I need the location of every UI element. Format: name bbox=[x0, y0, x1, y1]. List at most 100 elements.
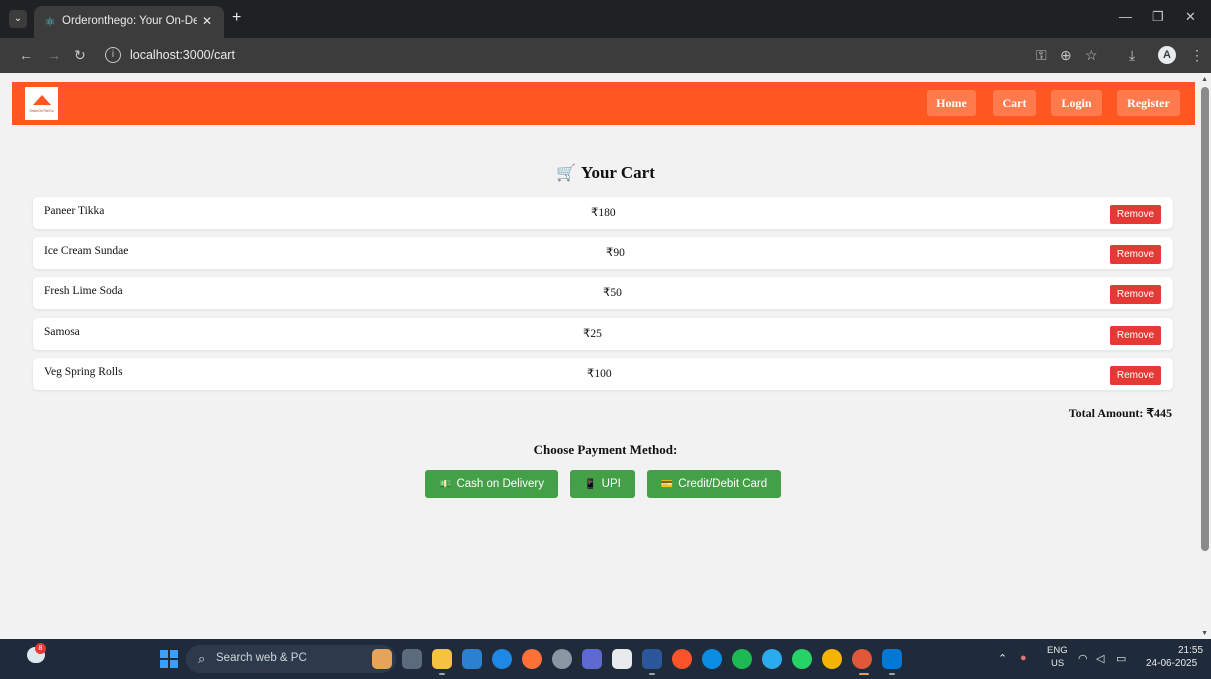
item-name: Paneer Tikka bbox=[44, 205, 105, 217]
total-amount: Total Amount: ₹445 bbox=[1068, 406, 1172, 420]
password-key-icon[interactable]: ⚿ bbox=[1036, 46, 1047, 64]
payment-option-label: UPI bbox=[601, 478, 621, 490]
card-icon: 💳 bbox=[660, 479, 674, 490]
cart-item-row: Paneer Tikka ₹180 Remove bbox=[33, 197, 1173, 229]
nav-link-cart[interactable]: Cart bbox=[993, 90, 1036, 116]
clock-time[interactable]: 21:55 bbox=[1178, 645, 1203, 656]
vscode-icon[interactable] bbox=[882, 649, 902, 669]
cart-item-row: Fresh Lime Soda ₹50 Remove bbox=[33, 277, 1173, 309]
app-icon[interactable] bbox=[492, 649, 512, 669]
volume-icon[interactable]: ◁ bbox=[1096, 652, 1104, 665]
menu-kebab-icon[interactable]: ⋮ bbox=[1190, 46, 1204, 64]
upi-button[interactable]: 📱 UPI bbox=[570, 470, 635, 498]
search-highlight-icon bbox=[372, 649, 392, 669]
windows-start-icon[interactable] bbox=[160, 650, 178, 668]
page-scrollbar[interactable]: ▲ ▼ bbox=[1199, 73, 1211, 639]
tab-search-button[interactable]: ⌄ bbox=[9, 10, 27, 28]
telegram-icon[interactable] bbox=[762, 649, 782, 669]
profile-avatar-icon[interactable]: A bbox=[1158, 46, 1176, 64]
battery-icon[interactable]: ▭ bbox=[1116, 652, 1126, 665]
edge-icon[interactable] bbox=[702, 649, 722, 669]
tray-overflow-icon[interactable]: ⌃ bbox=[998, 652, 1007, 665]
language-indicator[interactable]: ENG bbox=[1047, 645, 1068, 656]
credit-debit-card-button[interactable]: 💳 Credit/Debit Card bbox=[647, 470, 781, 498]
notification-badge: 8 bbox=[35, 643, 46, 654]
app-logo[interactable]: OrderOnTheGo bbox=[25, 87, 58, 120]
nav-link-home[interactable]: Home bbox=[927, 90, 976, 116]
url-text[interactable]: localhost:3000/cart bbox=[130, 48, 235, 62]
site-info-icon[interactable]: i bbox=[105, 47, 121, 63]
reload-icon[interactable]: ↻ bbox=[74, 46, 86, 64]
scroll-up-icon[interactable]: ▲ bbox=[1201, 75, 1208, 83]
app-navbar: OrderOnTheGo Home Cart Login Register bbox=[12, 82, 1195, 125]
search-placeholder: Search web & PC bbox=[216, 652, 307, 664]
item-price: ₹90 bbox=[606, 247, 625, 259]
forward-arrow-icon[interactable]: → bbox=[47, 46, 61, 64]
app-icon[interactable] bbox=[462, 649, 482, 669]
remove-button[interactable]: Remove bbox=[1110, 285, 1161, 304]
item-price: ₹25 bbox=[583, 328, 602, 340]
nav-link-login[interactable]: Login bbox=[1051, 90, 1102, 116]
browser-toolbar: ← → ↻ i localhost:3000/cart ⚿ ⊕ ☆ ⤓ A ⋮ bbox=[0, 38, 1211, 73]
page-title: 🛒 Your Cart bbox=[0, 163, 1211, 183]
clock-date[interactable]: 24-06-2025 bbox=[1146, 658, 1197, 669]
cart-item-row: Ice Cream Sundae ₹90 Remove bbox=[33, 237, 1173, 269]
item-price: ₹50 bbox=[603, 287, 622, 299]
region-indicator[interactable]: US bbox=[1051, 658, 1064, 669]
back-arrow-icon[interactable]: ← bbox=[19, 46, 33, 64]
app-icon[interactable] bbox=[582, 649, 602, 669]
spotify-icon[interactable] bbox=[732, 649, 752, 669]
firefox-icon[interactable] bbox=[522, 649, 542, 669]
word-icon[interactable] bbox=[642, 649, 662, 669]
phone-icon: 📱 bbox=[584, 479, 597, 490]
task-view-icon[interactable] bbox=[402, 649, 422, 669]
windows-taskbar: 8 ⌕ Search web & PC ⌃ ● ENG US ◠ ◁ ▭ 21:… bbox=[0, 639, 1211, 679]
remove-button[interactable]: Remove bbox=[1110, 205, 1161, 224]
running-indicator bbox=[439, 673, 445, 675]
chrome-profile-icon[interactable] bbox=[852, 649, 872, 669]
tab-close-icon[interactable]: ✕ bbox=[202, 14, 212, 28]
scrollbar-thumb[interactable] bbox=[1201, 87, 1209, 551]
whatsapp-icon[interactable] bbox=[792, 649, 812, 669]
react-favicon-icon: ⚛ bbox=[44, 15, 56, 29]
payment-option-label: Cash on Delivery bbox=[456, 478, 545, 490]
nav-link-register[interactable]: Register bbox=[1117, 90, 1180, 116]
restore-button[interactable]: ❐ bbox=[1152, 9, 1164, 25]
item-name: Fresh Lime Soda bbox=[44, 285, 123, 297]
store-icon[interactable] bbox=[612, 649, 632, 669]
item-price: ₹180 bbox=[591, 207, 616, 219]
scroll-down-icon[interactable]: ▼ bbox=[1201, 629, 1208, 637]
address-bar[interactable]: i localhost:3000/cart bbox=[100, 43, 1025, 68]
window-close-button[interactable]: ✕ bbox=[1185, 9, 1196, 25]
item-price: ₹100 bbox=[587, 368, 612, 380]
minimize-button[interactable]: — bbox=[1119, 9, 1132, 24]
page-viewport: OrderOnTheGo Home Cart Login Register 🛒 Y… bbox=[0, 73, 1211, 639]
tray-app-icon[interactable]: ● bbox=[1020, 652, 1027, 664]
chrome-icon[interactable] bbox=[822, 649, 842, 669]
remove-button[interactable]: Remove bbox=[1110, 245, 1161, 264]
new-tab-button[interactable]: + bbox=[232, 9, 241, 27]
page-title-text: Your Cart bbox=[581, 163, 655, 182]
zoom-icon[interactable]: ⊕ bbox=[1060, 46, 1072, 64]
file-explorer-icon[interactable] bbox=[432, 649, 452, 669]
browser-tab-active[interactable]: ⚛ Orderonthego: Your On-Demand ✕ bbox=[34, 6, 224, 38]
settings-gear-icon[interactable] bbox=[552, 649, 572, 669]
search-icon: ⌕ bbox=[198, 651, 206, 666]
wifi-icon[interactable]: ◠ bbox=[1078, 652, 1088, 665]
remove-button[interactable]: Remove bbox=[1110, 366, 1161, 385]
browser-tabstrip: ⌄ ⚛ Orderonthego: Your On-Demand ✕ + — ❐… bbox=[0, 0, 1211, 38]
cash-on-delivery-button[interactable]: 💵 Cash on Delivery bbox=[425, 470, 558, 498]
remove-button[interactable]: Remove bbox=[1110, 326, 1161, 345]
running-indicator bbox=[889, 673, 895, 675]
shopping-cart-icon: 🛒 bbox=[556, 165, 577, 182]
bookmark-star-icon[interactable]: ☆ bbox=[1085, 46, 1098, 64]
cart-item-row: Samosa ₹25 Remove bbox=[33, 318, 1173, 350]
taskbar-search-input[interactable]: ⌕ Search web & PC bbox=[186, 645, 396, 673]
payment-option-label: Credit/Debit Card bbox=[678, 478, 768, 490]
brave-icon[interactable] bbox=[672, 649, 692, 669]
download-icon[interactable]: ⤓ bbox=[1129, 46, 1135, 64]
cart-item-row: Veg Spring Rolls ₹100 Remove bbox=[33, 358, 1173, 390]
tab-title: Orderonthego: Your On-Demand bbox=[62, 15, 197, 27]
logo-text: OrderOnTheGo bbox=[29, 109, 54, 113]
item-name: Veg Spring Rolls bbox=[44, 366, 123, 378]
